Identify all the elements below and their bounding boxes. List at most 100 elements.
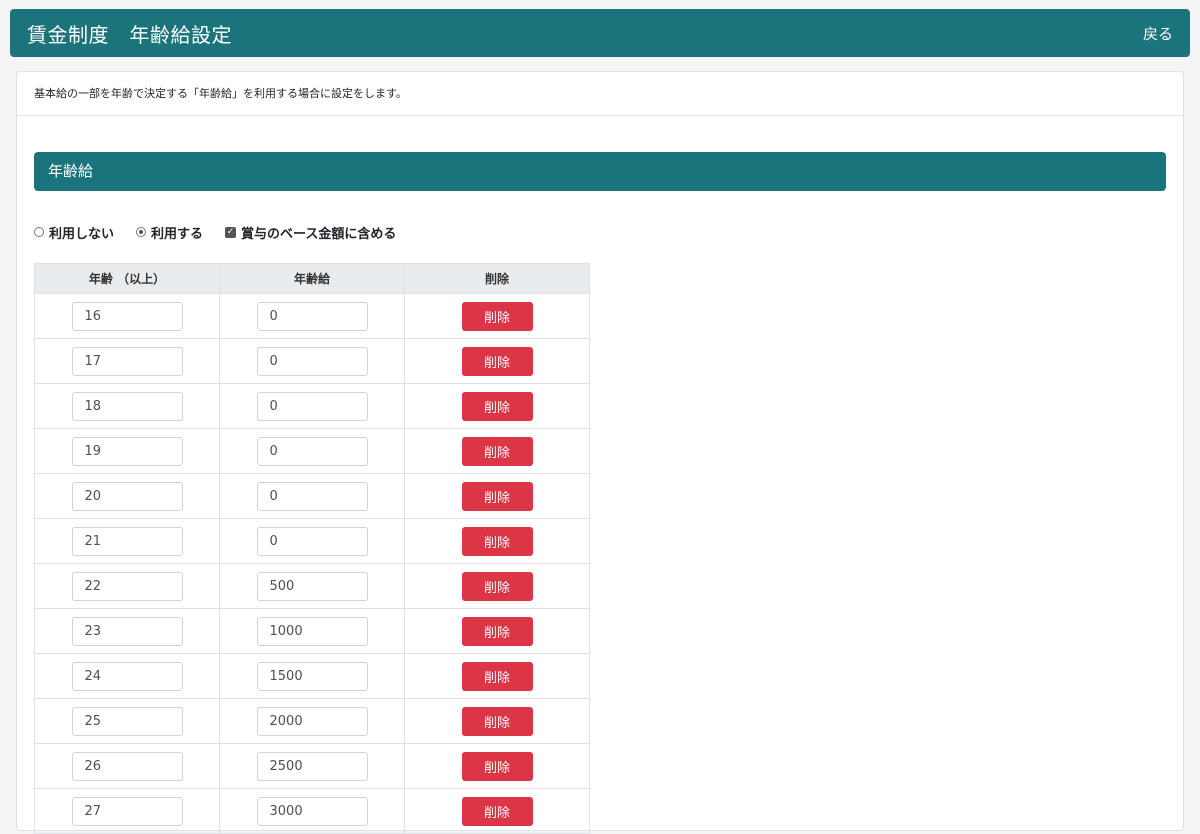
delete-cell: 削除	[404, 428, 590, 474]
amount-input[interactable]	[256, 436, 368, 466]
delete-cell: 削除	[404, 698, 590, 744]
age-input[interactable]	[71, 751, 183, 781]
amount-cell	[219, 518, 405, 564]
amount-input[interactable]	[256, 481, 368, 511]
table-row: 削除	[34, 698, 590, 744]
amount-input[interactable]	[256, 796, 368, 826]
option-not-use-label: 利用しない	[49, 226, 115, 242]
delete-cell: 削除	[404, 608, 590, 654]
table-row: 削除	[34, 653, 590, 699]
page-title: 賃金制度 年齢給設定	[27, 22, 232, 47]
age-cell	[34, 473, 220, 519]
amount-input[interactable]	[256, 616, 368, 646]
section-title: 年齢給	[34, 152, 1166, 191]
delete-button[interactable]: 削除	[461, 526, 533, 556]
table-row: 削除	[34, 743, 590, 789]
amount-cell	[219, 473, 405, 519]
option-include-bonus[interactable]: ✓ 賞与のベース金額に含める	[225, 223, 396, 242]
delete-button[interactable]: 削除	[461, 571, 533, 601]
age-input[interactable]	[71, 616, 183, 646]
table-row: 削除	[34, 788, 590, 834]
page-header: 賃金制度 年齢給設定 戻る	[10, 9, 1190, 57]
amount-input[interactable]	[256, 751, 368, 781]
amount-input[interactable]	[256, 391, 368, 421]
amount-input[interactable]	[256, 571, 368, 601]
age-cell	[34, 338, 220, 384]
amount-input[interactable]	[256, 661, 368, 691]
amount-cell	[219, 383, 405, 429]
option-include-bonus-label: 賞与のベース金額に含める	[241, 226, 397, 242]
table-header-row: 年齢 （以上） 年齢給 削除	[34, 263, 590, 294]
delete-button[interactable]: 削除	[461, 391, 533, 421]
checkbox-include-bonus[interactable]: ✓	[225, 226, 237, 238]
amount-cell	[219, 788, 405, 834]
header-delete: 削除	[404, 263, 590, 294]
header-amount: 年齢給	[219, 263, 405, 294]
radio-not-use[interactable]	[34, 227, 44, 237]
delete-cell: 削除	[404, 653, 590, 699]
age-input[interactable]	[71, 706, 183, 736]
amount-input[interactable]	[256, 526, 368, 556]
table-row: 削除	[34, 518, 590, 564]
table-body: 削除削除削除削除削除削除削除削除削除削除削除削除	[34, 293, 590, 834]
age-input[interactable]	[71, 661, 183, 691]
delete-button[interactable]: 削除	[461, 706, 533, 736]
amount-cell	[219, 653, 405, 699]
age-cell	[34, 428, 220, 474]
amount-input[interactable]	[256, 346, 368, 376]
amount-cell	[219, 293, 405, 339]
age-input[interactable]	[71, 571, 183, 601]
option-use[interactable]: 利用する	[136, 223, 203, 242]
age-cell	[34, 518, 220, 564]
usage-options: 利用しない 利用する ✓ 賞与のベース金額に含める	[34, 222, 418, 242]
delete-button[interactable]: 削除	[461, 481, 533, 511]
delete-button[interactable]: 削除	[461, 301, 533, 331]
age-cell	[34, 743, 220, 789]
delete-cell: 削除	[404, 788, 590, 834]
age-input[interactable]	[71, 346, 183, 376]
delete-button[interactable]: 削除	[461, 796, 533, 826]
table-row: 削除	[34, 383, 590, 429]
delete-cell: 削除	[404, 518, 590, 564]
delete-button[interactable]: 削除	[461, 346, 533, 376]
age-cell	[34, 293, 220, 339]
amount-input[interactable]	[256, 706, 368, 736]
radio-use[interactable]	[136, 227, 147, 237]
delete-button[interactable]: 削除	[461, 616, 533, 646]
age-cell	[34, 788, 220, 834]
amount-cell	[219, 743, 405, 789]
age-cell	[34, 698, 220, 744]
delete-button[interactable]: 削除	[461, 751, 533, 781]
delete-cell: 削除	[404, 383, 590, 429]
option-not-use[interactable]: 利用しない	[34, 223, 114, 242]
delete-button[interactable]: 削除	[461, 436, 533, 466]
header-age: 年齢 （以上）	[34, 263, 220, 294]
back-link[interactable]: 戻る	[1143, 23, 1173, 44]
age-input[interactable]	[71, 481, 183, 511]
age-input[interactable]	[71, 436, 183, 466]
settings-card: 基本給の一部を年齢で決定する「年齢給」を利用する場合に設定をします。 年齢給 利…	[16, 71, 1184, 834]
amount-cell	[219, 563, 405, 609]
amount-cell	[219, 338, 405, 384]
age-input[interactable]	[71, 301, 183, 331]
age-cell	[34, 563, 220, 609]
age-pay-table: 年齢 （以上） 年齢給 削除 削除削除削除削除削除削除削除削除削除削除削除削除	[34, 263, 590, 834]
age-cell	[34, 383, 220, 429]
delete-button[interactable]: 削除	[461, 661, 533, 691]
age-cell	[34, 608, 220, 654]
table-row: 削除	[34, 563, 590, 609]
description-text: 基本給の一部を年齢で決定する「年齢給」を利用する場合に設定をします。	[17, 72, 1183, 116]
amount-input[interactable]	[256, 301, 368, 331]
table-row: 削除	[34, 338, 590, 384]
amount-cell	[219, 698, 405, 744]
age-input[interactable]	[71, 796, 183, 826]
table-row: 削除	[34, 293, 590, 339]
age-input[interactable]	[71, 526, 183, 556]
table-row: 削除	[34, 428, 590, 474]
delete-cell: 削除	[404, 473, 590, 519]
delete-cell: 削除	[404, 563, 590, 609]
age-cell	[34, 653, 220, 699]
age-input[interactable]	[71, 391, 183, 421]
option-use-label: 利用する	[151, 226, 204, 242]
delete-cell: 削除	[404, 338, 590, 384]
